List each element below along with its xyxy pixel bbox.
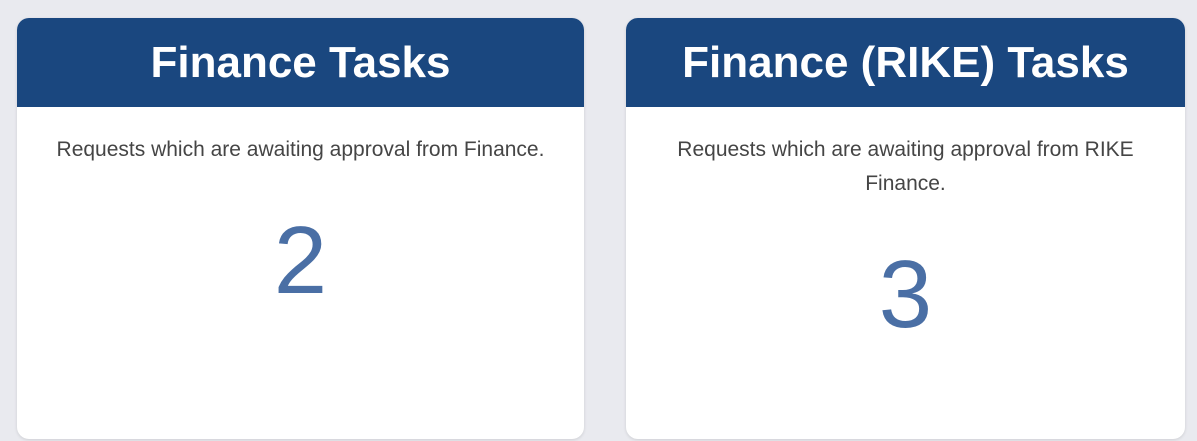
card-description: Requests which are awaiting approval fro…: [56, 138, 545, 161]
card-title: Finance (RIKE) Tasks: [682, 37, 1129, 87]
card-header: Finance (RIKE) Tasks: [626, 18, 1185, 107]
finance-rike-tasks-card[interactable]: Finance (RIKE) Tasks Requests which are …: [626, 18, 1185, 439]
task-count: 2: [273, 207, 328, 314]
card-header: Finance Tasks: [17, 18, 584, 107]
card-description: Requests which are awaiting approval fro…: [677, 138, 1134, 195]
task-count: 3: [878, 241, 933, 348]
finance-tasks-card[interactable]: Finance Tasks Requests which are awaitin…: [17, 18, 584, 439]
card-title: Finance Tasks: [150, 37, 451, 87]
